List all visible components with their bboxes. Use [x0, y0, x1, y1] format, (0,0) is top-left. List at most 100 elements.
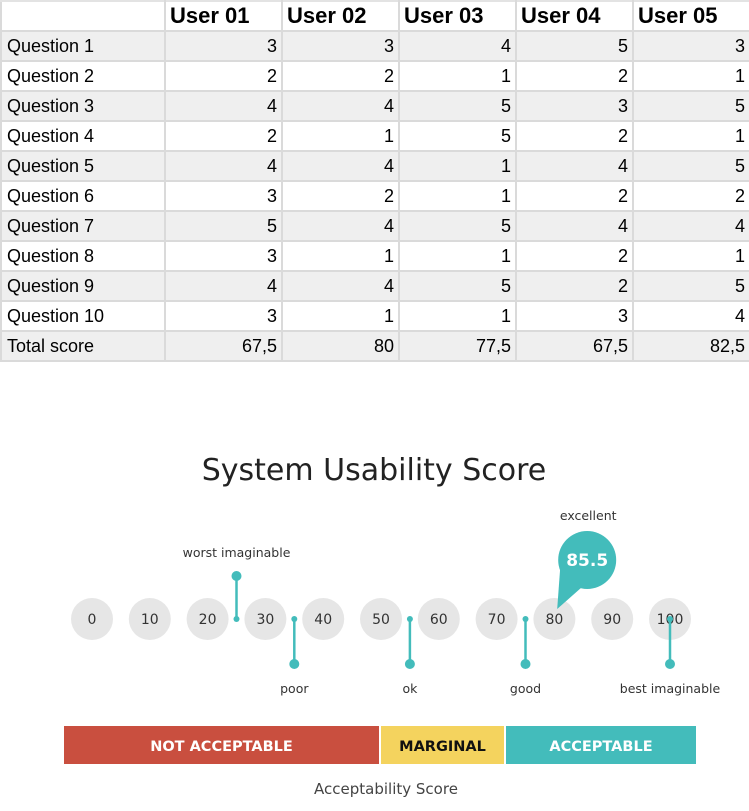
column-header: User 02: [281, 0, 400, 32]
score-cell: 1: [632, 120, 749, 152]
score-cell: 2: [281, 180, 400, 212]
column-header: User 01: [164, 0, 283, 32]
score-cell: 2: [515, 240, 634, 272]
tick-label: 50: [372, 612, 390, 628]
score-cell: 2: [164, 120, 283, 152]
score-cell: 2: [281, 60, 400, 92]
tick-label: 30: [256, 612, 274, 628]
score-cell: 3: [515, 300, 634, 332]
table-row: Question 10 3 1 1 3 4: [0, 300, 749, 332]
score-cell: 5: [398, 120, 517, 152]
score-cell: 67,5: [515, 330, 634, 362]
row-label: Question 7: [0, 210, 166, 242]
score-cell: 4: [164, 150, 283, 182]
row-label: Question 3: [0, 90, 166, 122]
acceptability-label: ACCEPTABLE: [549, 739, 652, 755]
score-cell: 1: [632, 60, 749, 92]
sus-chart: System Usability Score 0 10 20 30 40 50 60 70 80…: [64, 453, 721, 798]
score-cell: 1: [281, 240, 400, 272]
acceptability-label: NOT ACCEPTABLE: [150, 739, 293, 755]
score-cell: 5: [398, 210, 517, 242]
table-row: Question 831121: [0, 240, 749, 272]
tick-label: 90: [603, 612, 621, 628]
table-row: Question 944525: [0, 270, 749, 302]
adjective-label: good: [510, 681, 541, 696]
score-cell: 4: [398, 30, 517, 62]
row-label: Question 2: [0, 60, 166, 92]
score-cell: 2: [515, 180, 634, 212]
adjective-anchor: [667, 616, 673, 622]
adjective-dot: [665, 659, 675, 669]
score-cell: 2: [164, 60, 283, 92]
adjective-label: best imaginable: [620, 681, 721, 696]
adjective-anchor: [233, 616, 240, 622]
score-cell: 4: [164, 270, 283, 302]
adjective-anchor: [406, 616, 413, 622]
table-row: Question 421521: [0, 120, 749, 152]
score-cell: 2: [515, 270, 634, 302]
row-label: Question 1: [0, 30, 166, 62]
score-cell: 3: [164, 180, 283, 212]
row-label: Question 9: [0, 270, 166, 302]
table-row: Question 544145: [0, 150, 749, 182]
table-row: Question 133453: [0, 30, 749, 62]
tick-label: 20: [199, 612, 217, 628]
score-cell: 2: [515, 120, 634, 152]
score-cell: 4: [281, 270, 400, 302]
score-cell: 3: [515, 90, 634, 122]
score-cell: 4: [164, 90, 283, 122]
score-cell: 1: [398, 300, 517, 332]
score-cell: 2: [515, 60, 634, 92]
score-cell: 4: [515, 150, 634, 182]
chart-title: System Usability Score: [202, 453, 547, 488]
acceptability-title: Acceptability Score: [314, 780, 458, 798]
score-value: 85.5: [566, 551, 608, 571]
column-header: User 05: [632, 0, 749, 32]
score-cell: 3: [164, 240, 283, 272]
score-cell: 3: [632, 30, 749, 62]
corner-cell: [0, 0, 166, 32]
tick-label: 70: [488, 612, 506, 628]
score-bubble: 85.5: [557, 531, 617, 609]
score-cell: 5: [632, 150, 749, 182]
adjective-dot: [520, 659, 531, 669]
adjective-dot: [289, 659, 300, 669]
column-header: User 04: [515, 0, 634, 32]
score-cell: 3: [164, 30, 283, 62]
adjective-anchor: [522, 616, 529, 622]
table-row: Question 222121: [0, 60, 749, 92]
score-cell: 80: [281, 330, 400, 362]
score-cell: 5: [632, 90, 749, 122]
acceptability-bar: NOT ACCEPTABLE MARGINAL ACCEPTABLE: [64, 726, 696, 764]
header-row: User 01 User 02 User 03 User 04 User 05: [0, 0, 749, 32]
score-cell: 1: [632, 240, 749, 272]
scores-table: User 01 User 02 User 03 User 04 User 05 …: [0, 0, 749, 362]
adjective-label: ok: [402, 681, 418, 696]
score-cell: 67,5: [164, 330, 283, 362]
score-cell: 4: [281, 150, 400, 182]
row-label: Total score: [0, 330, 166, 362]
adjective-dot: [231, 571, 242, 581]
scale-ticks: 0102030405060708090100: [71, 598, 691, 640]
adjective-dot: [404, 659, 415, 669]
score-cell: 5: [398, 90, 517, 122]
score-cell: 5: [164, 210, 283, 242]
score-cell: 4: [632, 300, 749, 332]
tick-label: 0: [88, 612, 97, 628]
score-cell: 1: [398, 240, 517, 272]
acceptability-label: MARGINAL: [399, 739, 486, 755]
row-label: Question 6: [0, 180, 166, 212]
adjective-label: poor: [280, 681, 309, 696]
score-cell: 1: [398, 180, 517, 212]
score-cell: 5: [632, 270, 749, 302]
score-cell: 77,5: [398, 330, 517, 362]
score-cell: 1: [398, 150, 517, 182]
score-cell: 4: [632, 210, 749, 242]
score-cell: 5: [515, 30, 634, 62]
score-cell: 4: [281, 90, 400, 122]
adjective-anchor: [291, 616, 298, 622]
tick-label: 60: [430, 612, 448, 628]
row-label: Question 4: [0, 120, 166, 152]
score-cell: 1: [398, 60, 517, 92]
score-cell: 1: [281, 300, 400, 332]
